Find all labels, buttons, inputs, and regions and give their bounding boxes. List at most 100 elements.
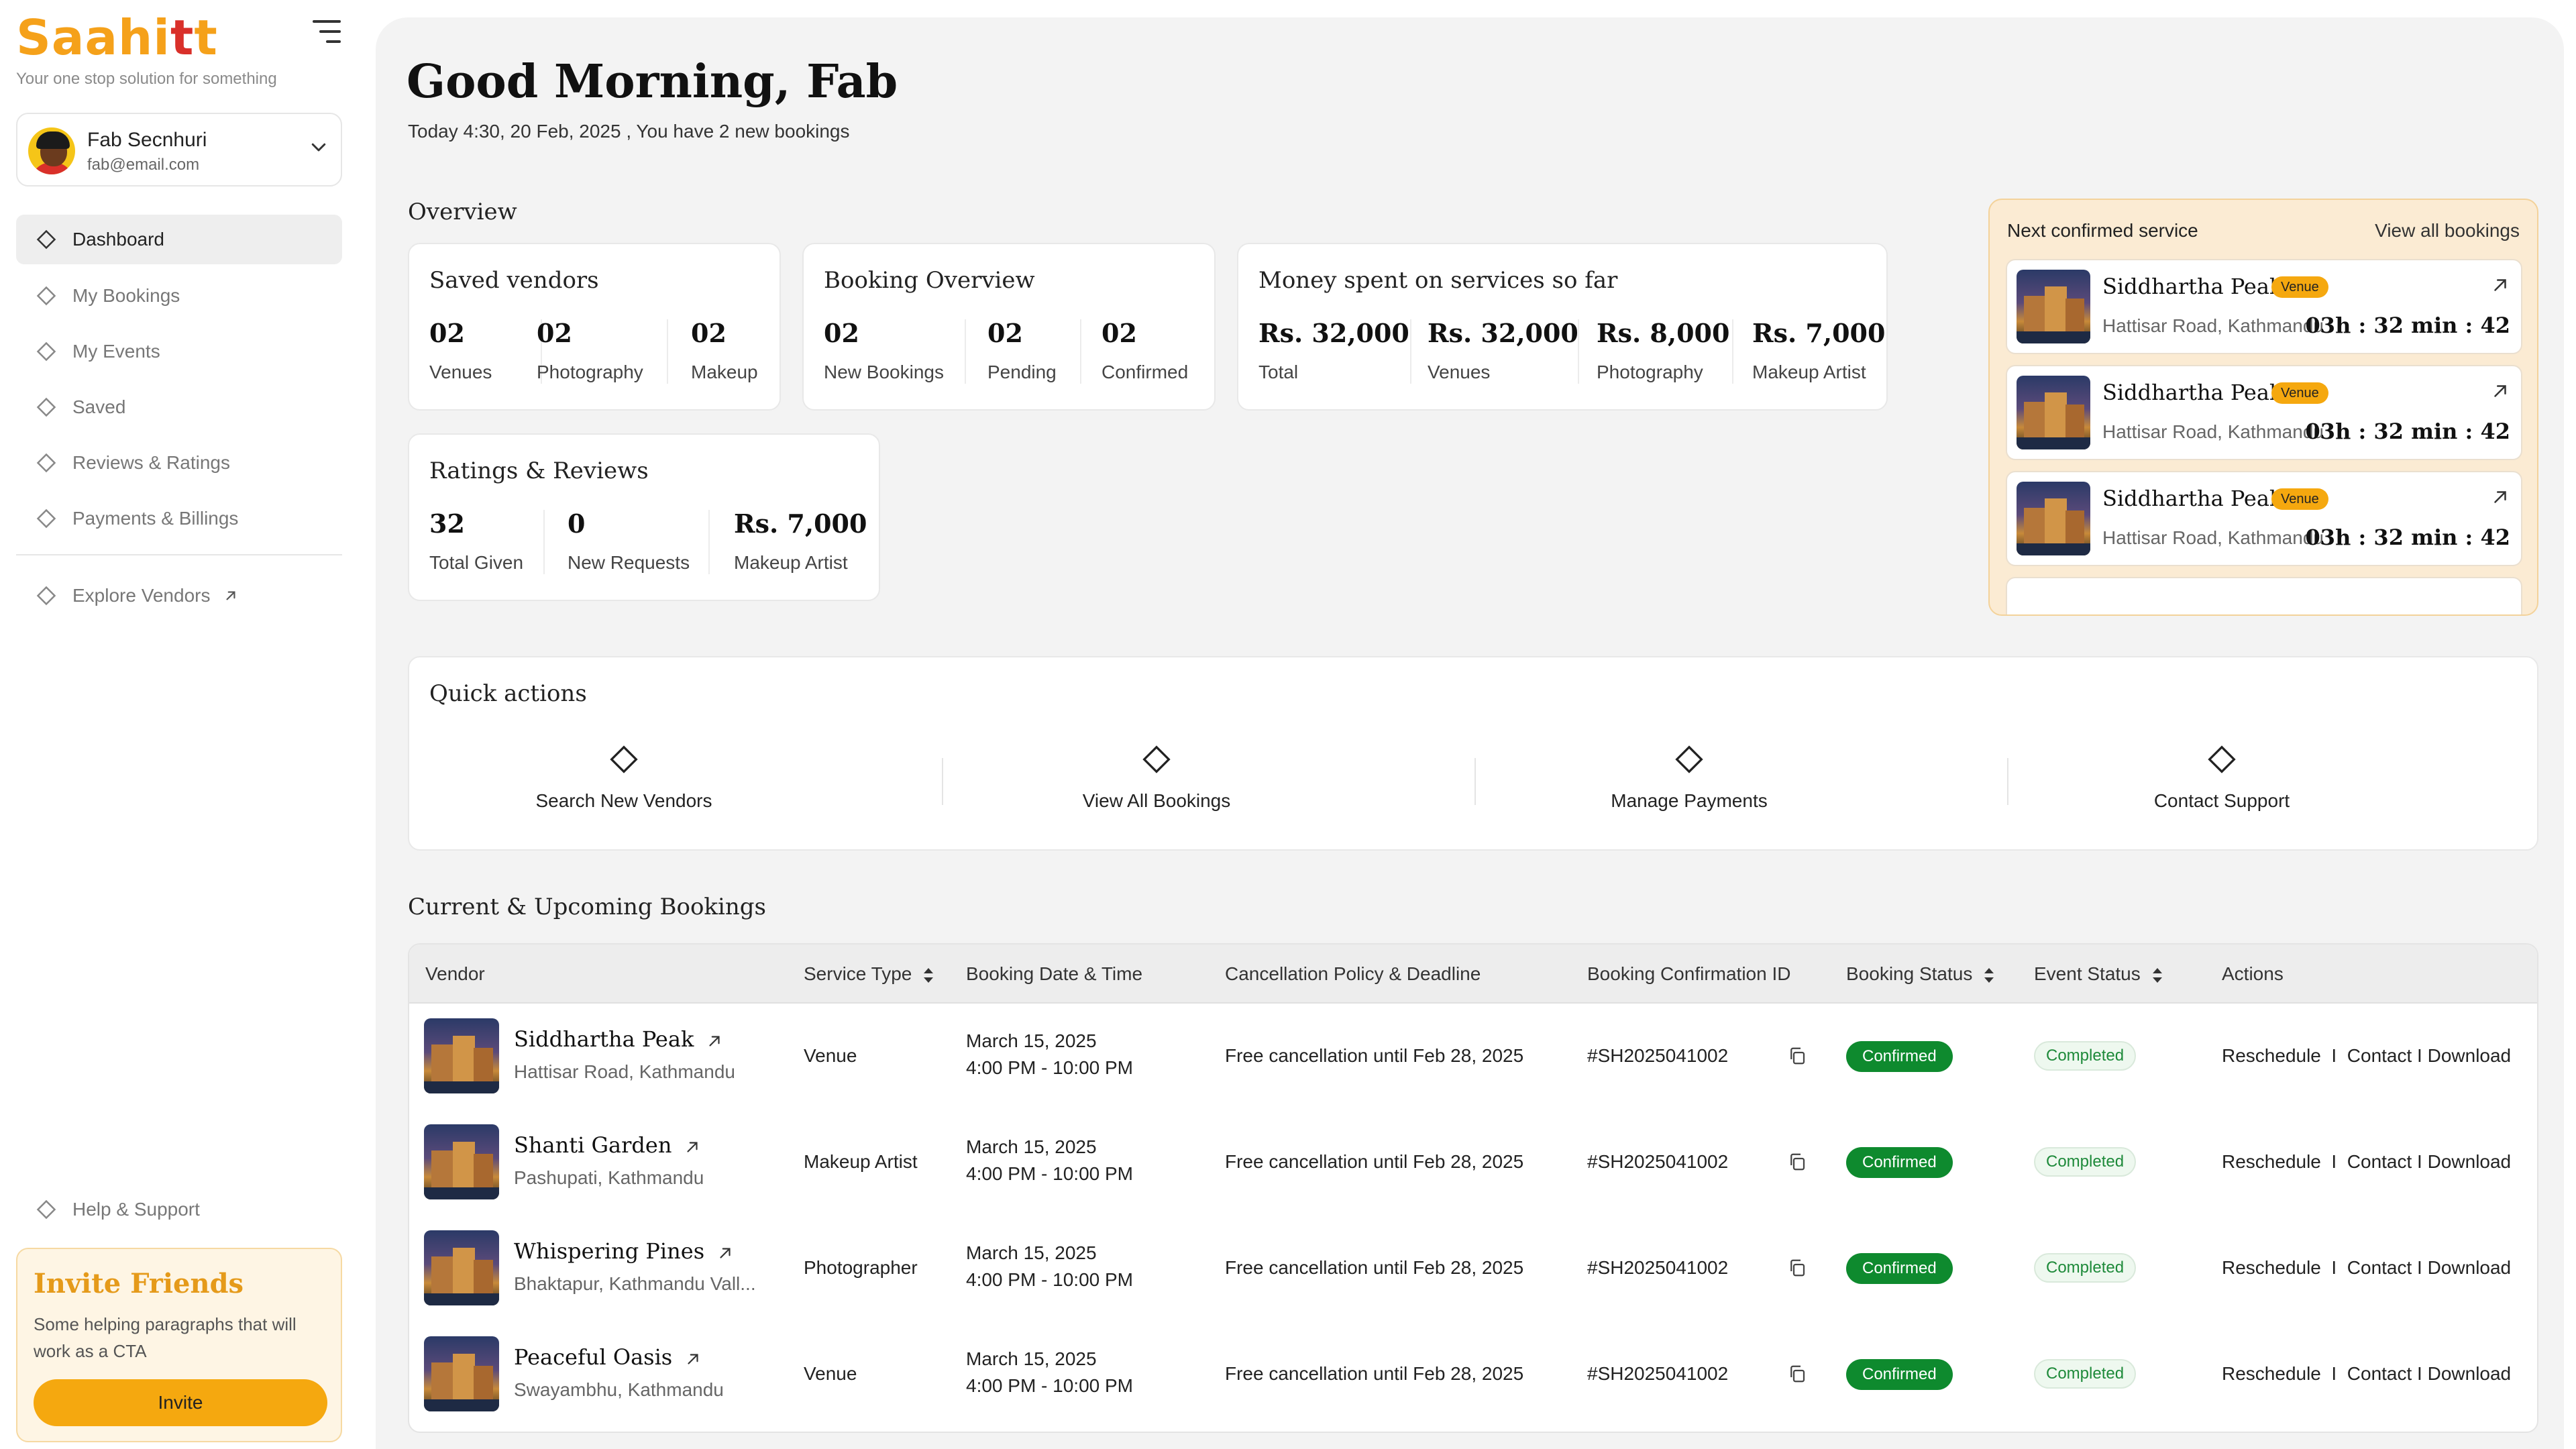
venue-name: Siddhartha Peak: [2102, 380, 2283, 405]
service-type: Photographer: [804, 1257, 918, 1278]
arrow-up-right-icon[interactable]: [684, 1350, 702, 1368]
arrow-up-right-icon[interactable]: [2490, 381, 2510, 401]
copy-icon[interactable]: [1787, 1363, 1807, 1385]
quick-action-search-vendors[interactable]: Search New Vendors: [409, 745, 839, 825]
sidebar-item-my-bookings[interactable]: My Bookings: [16, 271, 342, 321]
vendor-name[interactable]: Peaceful Oasis: [514, 1344, 702, 1370]
next-service-title: Next confirmed service: [2007, 220, 2198, 241]
view-all-bookings-link[interactable]: View all bookings: [2375, 220, 2520, 241]
stat-photography: 02 Photography: [537, 318, 643, 382]
arrow-up-right-icon[interactable]: [2490, 275, 2510, 295]
sidebar-item-reviews[interactable]: Reviews & Ratings: [16, 438, 342, 488]
arrow-up-right-icon[interactable]: [706, 1032, 723, 1050]
sidebar-item-saved[interactable]: Saved: [16, 382, 342, 432]
stat-venues-spent: Rs. 32,000 Venues: [1428, 318, 1578, 382]
booking-date: March 15, 2025: [966, 1348, 1097, 1369]
row-actions[interactable]: Reschedule I Contact I Download: [2222, 1045, 2511, 1067]
diamond-icon: [36, 397, 56, 417]
col-confirmation-id: Booking Confirmation ID: [1587, 963, 1791, 984]
next-service-item[interactable]: Siddhartha Peak Venue Hattisar Road, Kat…: [2006, 365, 2522, 460]
col-event-status[interactable]: Event Status: [2034, 963, 2162, 985]
col-booking-status[interactable]: Booking Status: [1846, 963, 1994, 985]
quick-action-contact-support[interactable]: Contact Support: [2007, 745, 2436, 825]
table-row: Whispering Pines Bhaktapur, Kathmandu Va…: [409, 1216, 2537, 1322]
col-service-type[interactable]: Service Type: [804, 963, 934, 985]
col-cancellation-policy: Cancellation Policy & Deadline: [1225, 963, 1481, 984]
copy-icon[interactable]: [1787, 1151, 1807, 1173]
table-row: Siddhartha Peak Hattisar Road, Kathmandu…: [409, 1004, 2537, 1110]
col-actions: Actions: [2222, 963, 2284, 984]
sidebar-item-my-events[interactable]: My Events: [16, 327, 342, 376]
stat-new-requests: 0 New Requests: [568, 508, 690, 573]
status-badge: Confirmed: [1846, 1041, 1953, 1072]
logo-text-prefix: Saahi: [16, 9, 170, 66]
vendor-address: Bhaktapur, Kathmandu Vall...: [514, 1273, 756, 1294]
col-vendor: Vendor: [425, 963, 485, 984]
sidebar-item-label: Dashboard: [72, 229, 164, 250]
row-actions[interactable]: Reschedule I Contact I Download: [2222, 1257, 2511, 1279]
cancellation-policy: Free cancellation until Feb 28, 2025: [1225, 1257, 1524, 1278]
vendor-thumbnail: [424, 1336, 499, 1411]
vendor-name[interactable]: Siddhartha Peak: [514, 1026, 723, 1052]
sort-icon[interactable]: [1984, 967, 1994, 983]
sidebar-item-payments[interactable]: Payments & Billings: [16, 494, 342, 543]
vendor-name[interactable]: Shanti Garden: [514, 1132, 701, 1158]
cancellation-policy: Free cancellation until Feb 28, 2025: [1225, 1151, 1524, 1172]
booking-date: March 15, 2025: [966, 1030, 1097, 1051]
brand-logo[interactable]: Saahitt: [16, 9, 218, 66]
venue-address: Hattisar Road, Kathmandu: [2102, 421, 2324, 442]
status-badge: Confirmed: [1846, 1147, 1953, 1178]
table-row: Peaceful Oasis Swayambhu, Kathmandu Venu…: [409, 1322, 2537, 1428]
next-confirmed-service-panel: Next confirmed service View all bookings…: [1988, 199, 2538, 616]
venue-name: Siddhartha Peak: [2102, 486, 2283, 511]
next-service-item-partial[interactable]: [2006, 577, 2522, 614]
booking-time: 4:00 PM - 10:00 PM: [966, 1269, 1134, 1290]
booking-overview-card: Booking Overview 02 New Bookings 02 Pendin…: [802, 243, 1216, 411]
row-actions[interactable]: Reschedule I Contact I Download: [2222, 1363, 2511, 1385]
quick-action-manage-payments[interactable]: Manage Payments: [1474, 745, 1904, 825]
quick-action-view-bookings[interactable]: View All Bookings: [942, 745, 1371, 825]
invite-friends-card: Invite Friends Some helping paragraphs t…: [16, 1248, 342, 1442]
invite-button[interactable]: Invite: [34, 1379, 327, 1426]
quick-actions-title: Quick actions: [429, 680, 587, 707]
sidebar-item-help-support[interactable]: Help & Support: [16, 1185, 342, 1234]
chevron-down-icon[interactable]: [309, 137, 329, 157]
venue-thumbnail: [2017, 482, 2090, 555]
quick-action-label: View All Bookings: [1082, 790, 1231, 811]
row-actions[interactable]: Reschedule I Contact I Download: [2222, 1151, 2511, 1173]
arrow-up-right-icon[interactable]: [716, 1244, 734, 1262]
logo-text-accent: t: [170, 9, 195, 66]
venue-thumbnail: [2017, 270, 2090, 343]
menu-toggle-icon[interactable]: [313, 20, 341, 44]
venue-name: Siddhartha Peak: [2102, 274, 2283, 299]
sidebar-item-explore-vendors[interactable]: Explore Vendors: [16, 571, 342, 621]
page-title: Good Morning, Fab: [407, 55, 898, 109]
saved-vendors-card: Saved vendors 02 Venues 02 Photography 02 M…: [408, 243, 781, 411]
card-title: Ratings & Reviews: [429, 458, 649, 484]
confirmation-id: #SH2025041002: [1587, 1257, 1729, 1278]
arrow-up-right-icon[interactable]: [2490, 487, 2510, 507]
diamond-icon: [36, 1199, 56, 1220]
confirmation-id: #SH2025041002: [1587, 1045, 1729, 1066]
sidebar-item-label: Reviews & Ratings: [72, 452, 230, 473]
next-service-item[interactable]: Siddhartha Peak Venue Hattisar Road, Kat…: [2006, 259, 2522, 354]
sidebar-item-label: Saved: [72, 396, 126, 417]
sort-icon[interactable]: [2152, 967, 2162, 983]
next-service-item[interactable]: Siddhartha Peak Venue Hattisar Road, Kat…: [2006, 471, 2522, 566]
vendor-address: Hattisar Road, Kathmandu: [514, 1061, 735, 1082]
copy-icon[interactable]: [1787, 1045, 1807, 1067]
invite-title: Invite Friends: [34, 1268, 244, 1299]
sidebar-item-label: Explore Vendors: [72, 585, 211, 606]
stat-confirmed: 02 Confirmed: [1102, 318, 1189, 382]
sidebar-item-dashboard[interactable]: Dashboard: [16, 215, 342, 264]
copy-icon[interactable]: [1787, 1257, 1807, 1279]
bookings-table: Vendor Service Type Booking Date & Time …: [408, 943, 2538, 1433]
user-profile-card[interactable]: Fab Secnhuri fab@email.com: [16, 113, 342, 186]
sidebar-divider: [16, 554, 342, 555]
booking-date: March 15, 2025: [966, 1136, 1097, 1157]
quick-action-label: Manage Payments: [1611, 790, 1768, 811]
vendor-name[interactable]: Whispering Pines: [514, 1238, 734, 1264]
sort-icon[interactable]: [924, 967, 934, 983]
arrow-up-right-icon[interactable]: [684, 1138, 701, 1156]
diamond-icon: [610, 745, 638, 773]
